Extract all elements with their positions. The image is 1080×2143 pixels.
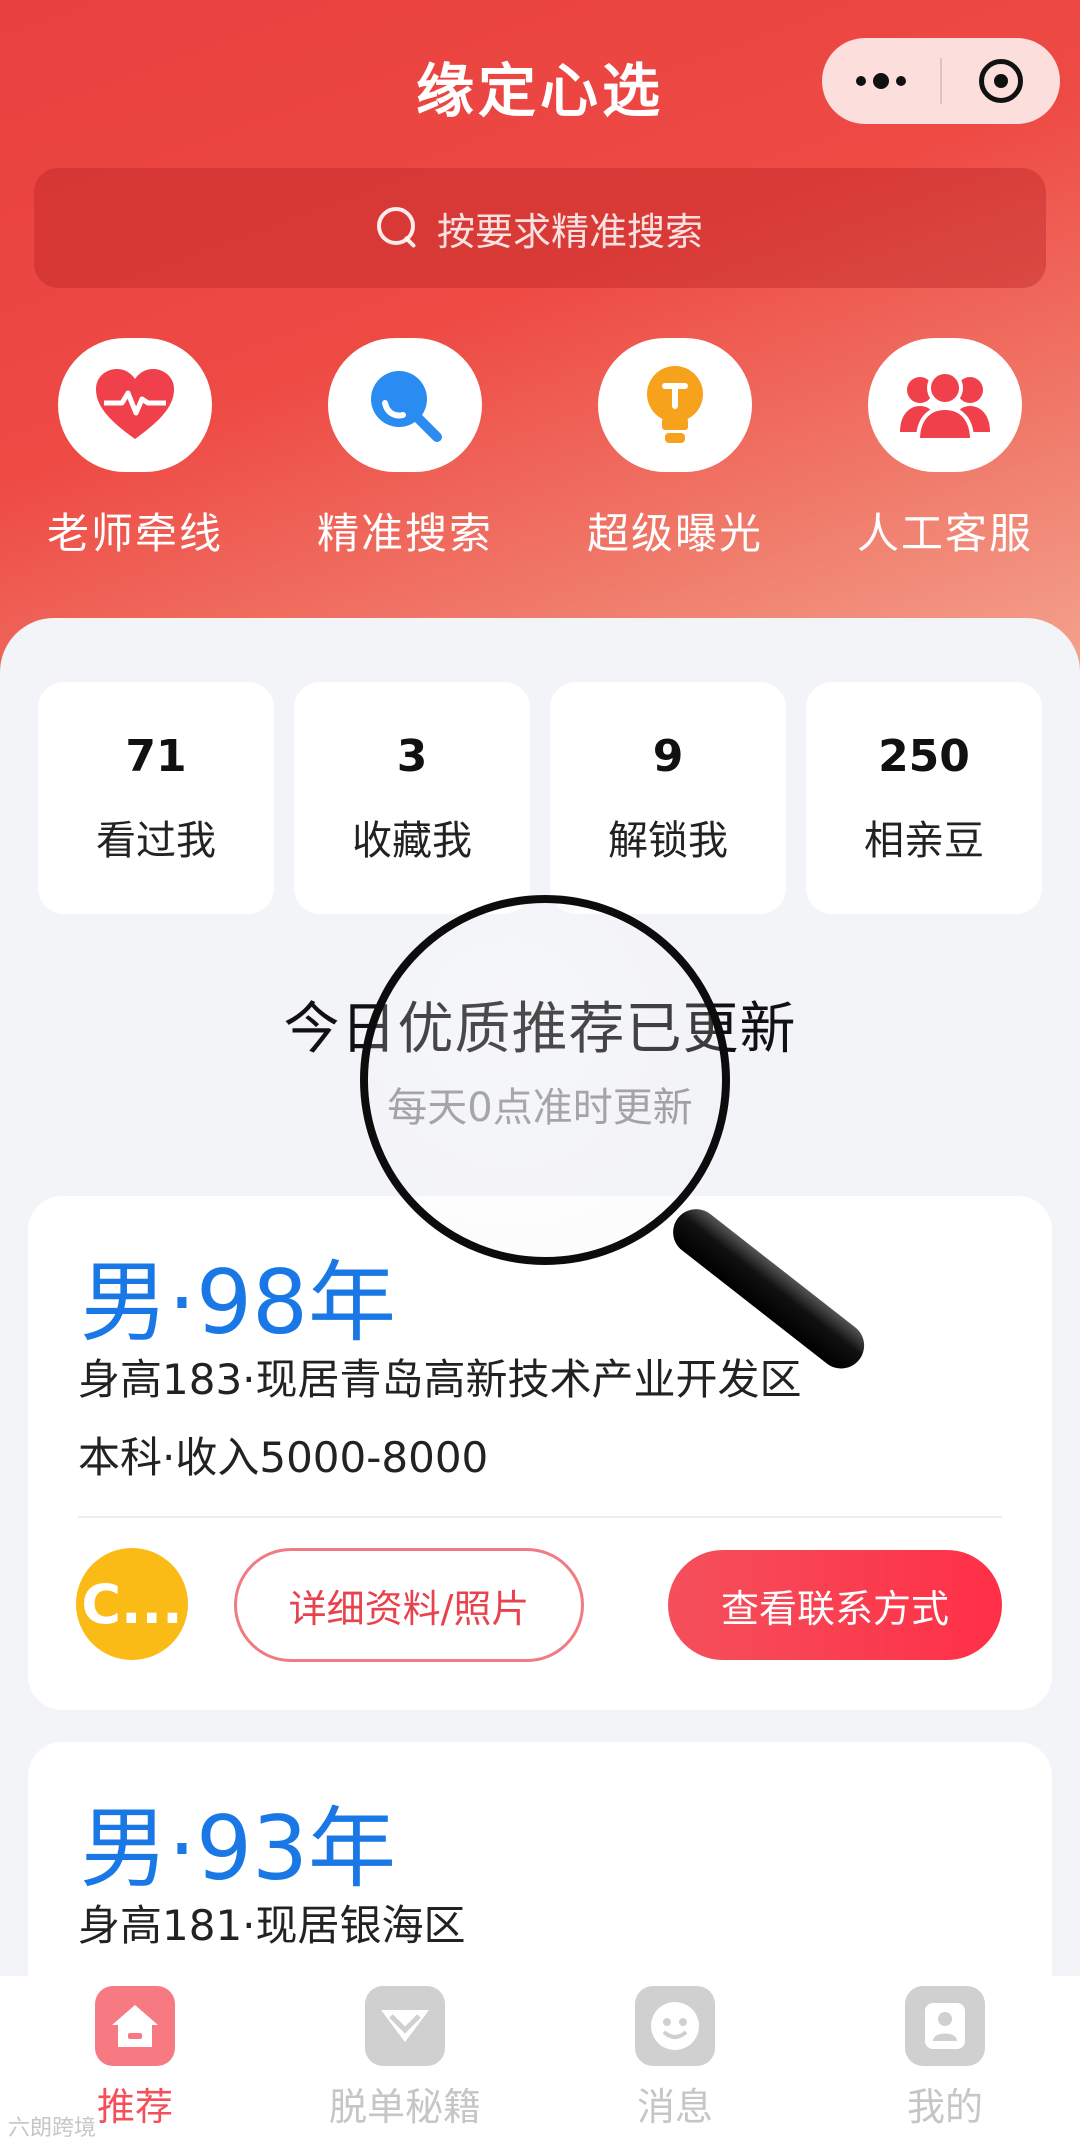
stat-label: 相亲豆	[864, 817, 984, 864]
profile-card[interactable]: 男·98年 身高183·现居青岛高新技术产业开发区 本科·收入5000-8000…	[28, 1196, 1052, 1710]
stat-label: 解锁我	[608, 817, 728, 864]
close-button[interactable]	[942, 38, 1060, 124]
quick-action-matchmaker[interactable]: 老师牵线	[0, 338, 270, 561]
tab-tips[interactable]: 脱单秘籍	[270, 1976, 540, 2143]
search-blue-icon	[371, 371, 442, 442]
stat-label: 看过我	[96, 817, 216, 864]
quick-action-label: 人工客服	[856, 509, 1033, 558]
quick-action-circle	[868, 338, 1022, 472]
profile-gender-year: 男·98年	[80, 1251, 396, 1354]
stat-value: 250	[878, 730, 970, 782]
profile-gender-year: 男·93年	[80, 1797, 396, 1900]
quick-action-label: 超级曝光	[586, 509, 763, 558]
quick-action-circle	[328, 338, 482, 472]
people-icon	[900, 370, 990, 442]
quick-action-search[interactable]: 精准搜索	[270, 338, 540, 561]
detail-button[interactable]: 详细资料/照片	[234, 1548, 584, 1662]
mini-program-capsule	[822, 38, 1060, 124]
stat-value: 3	[396, 730, 428, 782]
quick-actions: 老师牵线 精准搜索 超级曝光 人工客服	[0, 338, 1080, 561]
profile-location: 身高183·现居青岛高新技术产业开发区	[78, 1355, 802, 1404]
tab-label: 推荐	[96, 2085, 173, 2129]
stat-label: 收藏我	[352, 817, 472, 864]
target-icon	[979, 59, 1023, 103]
tab-label: 消息	[636, 2085, 713, 2129]
user-icon	[905, 1986, 985, 2066]
stat-favorited-me[interactable]: 3 收藏我	[294, 682, 530, 914]
quick-action-label: 老师牵线	[46, 509, 223, 558]
stat-beans[interactable]: 250 相亲豆	[806, 682, 1042, 914]
avatar[interactable]: C...	[76, 1548, 188, 1660]
stat-unlocked-me[interactable]: 9 解锁我	[550, 682, 786, 914]
tab-messages[interactable]: 消息	[540, 1976, 810, 2143]
card-divider	[78, 1516, 1002, 1518]
view-contact-button[interactable]: 查看联系方式	[668, 1550, 1002, 1660]
watermark: 六朗跨境	[8, 2116, 97, 2141]
profile-education-income: 本科·收入5000-8000	[78, 1433, 489, 1482]
stat-value: 9	[652, 730, 684, 782]
quick-action-exposure[interactable]: 超级曝光	[540, 338, 810, 561]
smile-icon	[635, 1986, 715, 2066]
tab-label: 我的	[906, 2085, 983, 2129]
chevron-down-icon	[365, 1986, 445, 2066]
tab-label: 脱单秘籍	[328, 2085, 481, 2129]
search-placeholder: 按要求精准搜索	[436, 209, 703, 254]
search-bar[interactable]: 按要求精准搜索	[34, 168, 1046, 288]
stat-viewed-me[interactable]: 71 看过我	[38, 682, 274, 914]
stat-value: 71	[125, 730, 187, 782]
more-button[interactable]	[822, 38, 940, 124]
more-dots-icon	[856, 73, 906, 89]
quick-action-service[interactable]: 人工客服	[810, 338, 1080, 561]
home-icon	[95, 1986, 175, 2066]
lightbulb-icon	[647, 366, 703, 443]
tab-profile[interactable]: 我的	[810, 1976, 1080, 2143]
search-icon	[376, 207, 419, 249]
update-subtitle: 每天0点准时更新	[387, 1085, 693, 1131]
heart-pulse-icon	[96, 369, 174, 439]
quick-action-circle	[58, 338, 212, 472]
profile-location: 身高181·现居银海区	[78, 1901, 466, 1950]
tab-bar: 推荐 脱单秘籍 消息 我的	[0, 1976, 1080, 2143]
update-title: 今日优质推荐已更新	[283, 997, 797, 1062]
stats-row: 71 看过我 3 收藏我 9 解锁我 250 相亲豆	[38, 682, 1042, 914]
quick-action-label: 精准搜索	[316, 509, 493, 558]
quick-action-circle	[598, 338, 752, 472]
